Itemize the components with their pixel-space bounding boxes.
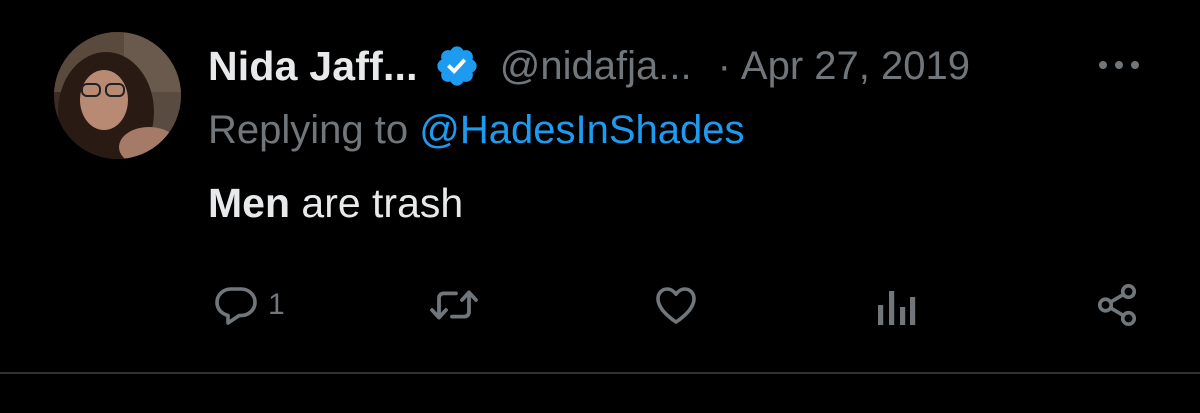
share-button[interactable] xyxy=(1094,280,1140,330)
tweet-header: Nida Jaff... @nidafja... · Apr 27, 2019 xyxy=(208,38,970,94)
avatar[interactable] xyxy=(54,32,181,159)
replying-to-line: Replying to @HadesInShades xyxy=(208,108,745,153)
replying-prefix: Replying to xyxy=(208,108,420,152)
views-button[interactable] xyxy=(872,280,916,330)
tweet-date[interactable]: Apr 27, 2019 xyxy=(741,44,970,89)
reply-bubble-icon xyxy=(215,287,257,325)
share-icon xyxy=(1097,284,1137,326)
author-name[interactable]: Nida Jaff... xyxy=(208,43,418,90)
reply-button[interactable]: 1 xyxy=(212,280,285,330)
more-dots-icon[interactable] xyxy=(1094,50,1144,80)
replying-to-link[interactable]: @HadesInShades xyxy=(419,108,744,152)
header-separator: · xyxy=(717,43,731,88)
retweet-icon xyxy=(430,290,478,320)
heart-icon xyxy=(656,287,696,324)
like-button[interactable] xyxy=(652,280,700,330)
author-handle[interactable]: @nidafja... xyxy=(500,44,692,89)
verified-badge-icon xyxy=(434,43,480,89)
tweet-text: Men are trash xyxy=(208,180,463,227)
retweet-button[interactable] xyxy=(428,280,480,330)
reply-count: 1 xyxy=(268,288,285,321)
tweet-text-bold: Men xyxy=(208,180,290,226)
tweet-text-rest: are trash xyxy=(290,180,464,226)
divider xyxy=(0,372,1200,374)
tweet[interactable]: Nida Jaff... @nidafja... · Apr 27, 2019 … xyxy=(0,0,1200,413)
views-bars-icon xyxy=(878,291,916,325)
